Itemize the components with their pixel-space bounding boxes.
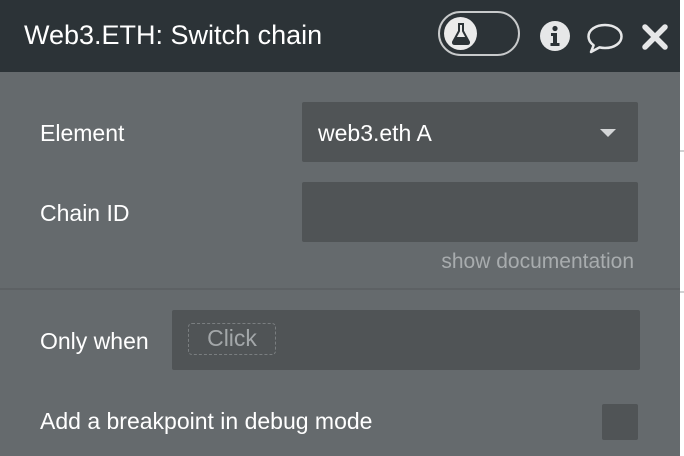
- canvas-edge-tick: [680, 150, 684, 152]
- toggle-knob: [444, 17, 477, 50]
- chain-id-input[interactable]: [302, 182, 638, 242]
- canvas-edge-tick: [680, 291, 684, 293]
- element-dropdown-value: web3.eth A: [318, 120, 432, 146]
- element-dropdown[interactable]: web3.eth A: [302, 102, 638, 162]
- action-editor-panel: Web3.ETH: Switch chain Element web3.eth …: [0, 0, 680, 456]
- flask-icon: [451, 23, 471, 45]
- only-when-condition-field[interactable]: Click: [172, 310, 640, 370]
- breakpoint-label: Add a breakpoint in debug mode: [40, 408, 373, 434]
- comment-icon[interactable]: [586, 22, 624, 54]
- info-icon[interactable]: [539, 20, 571, 52]
- test-mode-toggle[interactable]: [438, 11, 520, 56]
- only-when-placeholder[interactable]: Click: [188, 323, 276, 355]
- canvas-edge: [680, 0, 684, 456]
- chevron-down-icon: [600, 129, 616, 137]
- close-icon[interactable]: [642, 24, 668, 50]
- show-documentation-link[interactable]: show documentation: [441, 248, 634, 276]
- element-label: Element: [40, 120, 125, 146]
- panel-title: Web3.ETH: Switch chain: [24, 20, 323, 50]
- chain-id-label: Chain ID: [40, 200, 130, 226]
- breakpoint-checkbox[interactable]: [602, 404, 638, 440]
- section-divider: [0, 288, 680, 290]
- panel-header: Web3.ETH: Switch chain: [0, 0, 680, 72]
- only-when-label: Only when: [40, 328, 149, 354]
